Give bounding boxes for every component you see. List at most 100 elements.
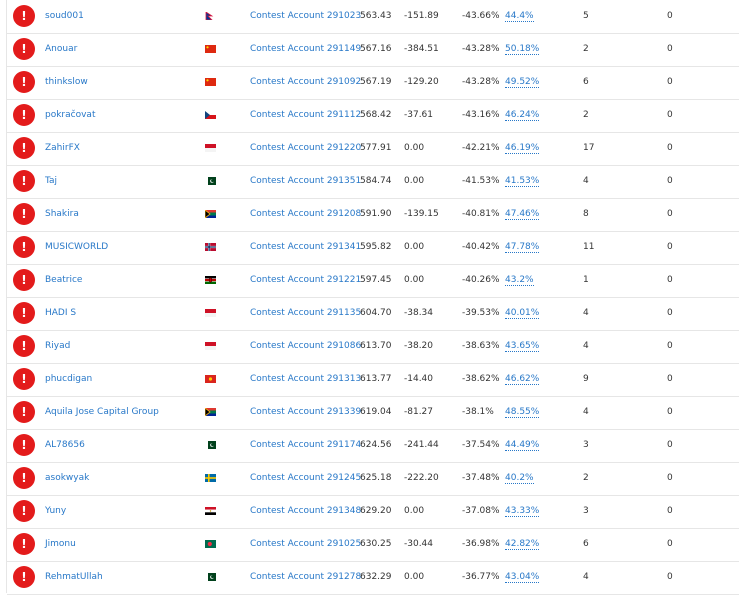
drawdown-percent: -43.28% [462,44,500,54]
table-row: ! phucdigan Contest Account 291313 613.7… [7,363,739,397]
drawdown-percent: -38.1% [462,407,494,417]
drawdown-percent: -37.08% [462,506,500,516]
trades-count: 5 [583,11,589,21]
equity-value: 597.45 [360,275,392,285]
gain-link[interactable]: 41.53% [505,165,540,198]
trader-name-link[interactable]: Taj [45,165,57,198]
account-link[interactable]: Contest Account 291174 [250,429,361,462]
drawdown-percent: -43.16% [462,110,500,120]
trades-count: 2 [583,44,589,54]
trader-name-link[interactable]: HADI S [45,297,76,330]
account-link[interactable]: Contest Account 291149 [250,33,361,66]
alert-icon: ! [13,38,35,60]
gain-link[interactable]: 43.33% [505,495,540,528]
trader-name-link[interactable]: Riyad [45,330,70,363]
gain-value: 47.46% [505,209,540,220]
trader-name-link[interactable]: pokračovat [45,99,95,132]
gain-link[interactable]: 43.04% [505,561,540,594]
trader-name-link[interactable]: RehmatUllah [45,561,103,594]
equity-value: 568.42 [360,110,392,120]
extra-count: 0 [667,11,673,21]
drawdown-percent: -43.28% [462,77,500,87]
account-link[interactable]: Contest Account 291208 [250,198,361,231]
trader-name-link[interactable]: Jimonu [45,528,76,561]
gain-link[interactable]: 43.65% [505,330,540,363]
account-link[interactable]: Contest Account 291025 [250,528,361,561]
alert-icon: ! [13,500,35,522]
trader-name-link[interactable]: MUSICWORLD [45,231,108,264]
extra-count: 0 [667,242,673,252]
account-link[interactable]: Contest Account 291221 [250,264,361,297]
trades-count: 8 [583,209,589,219]
gain-link[interactable]: 44.49% [505,429,540,462]
gain-link[interactable]: 40.01% [505,297,540,330]
alert-icon: ! [13,269,35,291]
profit-value: -139.15 [404,209,439,219]
alert-icon: ! [13,236,35,258]
gain-link[interactable]: 44.4% [505,0,534,33]
flag-cz-icon [205,111,216,119]
alert-icon: ! [13,335,35,357]
extra-count: 0 [667,407,673,417]
gain-link[interactable]: 46.62% [505,363,540,396]
extra-count: 0 [667,308,673,318]
trader-name-link[interactable]: asokwyak [45,462,89,495]
extra-count: 0 [667,473,673,483]
gain-link[interactable]: 48.55% [505,396,540,429]
trader-name-link[interactable]: Aquila Jose Capital Group [45,396,159,429]
flag-pk-icon [205,177,216,185]
extra-count: 0 [667,374,673,384]
trader-name-link[interactable]: ZahirFX [45,132,80,165]
trades-count: 9 [583,374,589,384]
profit-value: 0.00 [404,176,425,186]
extra-count: 0 [667,44,673,54]
flag-bd-icon [205,540,216,548]
extra-count: 0 [667,440,673,450]
account-link[interactable]: Contest Account 291220 [250,132,361,165]
gain-link[interactable]: 46.24% [505,99,540,132]
account-link[interactable]: Contest Account 291086 [250,330,361,363]
account-link[interactable]: Contest Account 291351 [250,165,361,198]
account-link[interactable]: Contest Account 291023 [250,0,361,33]
trader-name-link[interactable]: Shakira [45,198,79,231]
trader-name-link[interactable]: Anouar [45,33,77,66]
table-row: ! Shakira Contest Account 291208 591.90 … [7,198,739,232]
extra-count: 0 [667,176,673,186]
trader-name-link[interactable]: thinkslow [45,66,88,99]
account-link[interactable]: Contest Account 291341 [250,231,361,264]
profit-value: 0.00 [404,143,425,153]
gain-link[interactable]: 50.18% [505,33,540,66]
equity-value: 604.70 [360,308,392,318]
gain-link[interactable]: 49.52% [505,66,540,99]
flag-id-icon [205,144,216,152]
profit-value: -38.34 [404,308,434,318]
account-link[interactable]: Contest Account 291278 [250,561,361,594]
trader-name-link[interactable]: Beatrice [45,264,82,297]
account-link[interactable]: Contest Account 291245 [250,462,361,495]
gain-link[interactable]: 42.82% [505,528,540,561]
account-link[interactable]: Contest Account 291135 [250,297,361,330]
gain-value: 46.24% [505,110,540,121]
flag-vn-icon [205,375,216,383]
trader-name-link[interactable]: soud001 [45,0,84,33]
drawdown-percent: -36.77% [462,572,500,582]
trader-name-link[interactable]: Yuny [45,495,66,528]
gain-link[interactable]: 47.78% [505,231,540,264]
alert-icon: ! [13,137,35,159]
trades-count: 4 [583,572,589,582]
gain-link[interactable]: 43.2% [505,264,534,297]
trader-name-link[interactable]: phucdigan [45,363,92,396]
account-link[interactable]: Contest Account 291092 [250,66,361,99]
profit-value: -14.40 [404,374,434,384]
account-link[interactable]: Contest Account 291348 [250,495,361,528]
account-link[interactable]: Contest Account 291339 [250,396,361,429]
profit-value: -384.51 [404,44,439,54]
account-link[interactable]: Contest Account 291313 [250,363,361,396]
trades-count: 17 [583,143,595,153]
account-link[interactable]: Contest Account 291112 [250,99,361,132]
profit-value: -81.27 [404,407,434,417]
gain-link[interactable]: 40.2% [505,462,534,495]
gain-link[interactable]: 47.46% [505,198,540,231]
gain-link[interactable]: 46.19% [505,132,540,165]
trader-name-link[interactable]: AL78656 [45,429,85,462]
